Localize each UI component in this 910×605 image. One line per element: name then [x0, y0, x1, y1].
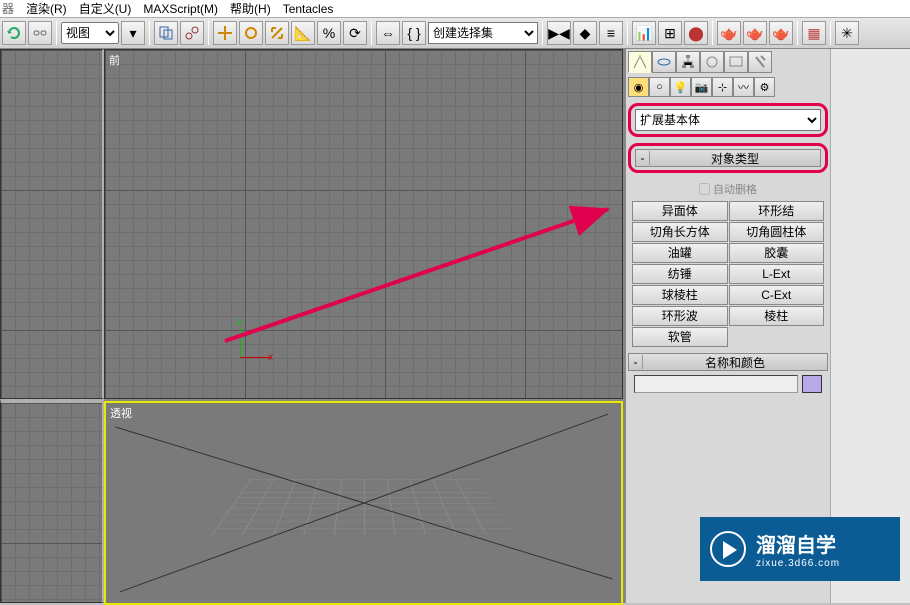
collapse-icon[interactable]: - — [636, 151, 650, 165]
schematic-icon[interactable]: ⊞ — [658, 21, 682, 45]
lext-button[interactable]: L-Ext — [729, 264, 825, 284]
viewports: 前 z x 透视 — [0, 49, 625, 603]
undo-icon[interactable] — [2, 21, 26, 45]
spinner-icon[interactable]: ⟳ — [343, 21, 367, 45]
snap-angle-icon[interactable]: 📐 — [291, 21, 315, 45]
hose-button[interactable]: 软管 — [632, 327, 728, 347]
prism-button[interactable]: 棱柱 — [729, 306, 825, 326]
material-icon[interactable]: ⬤ — [684, 21, 708, 45]
move-icon[interactable] — [213, 21, 237, 45]
menu-customize[interactable]: 自定义(U) — [79, 0, 132, 17]
snap-percent-icon[interactable]: % — [317, 21, 341, 45]
reactor-icon[interactable]: ✳ — [835, 21, 859, 45]
object-color-swatch[interactable] — [802, 375, 822, 393]
viewport-front[interactable]: 前 z x — [104, 49, 623, 399]
viewport-top[interactable] — [0, 49, 104, 399]
menu-render[interactable]: 渲染(R) — [26, 0, 67, 17]
oiltank-button[interactable]: 油罐 — [632, 243, 728, 263]
utilities-tab-icon[interactable] — [748, 51, 772, 73]
hedra-button[interactable]: 异面体 — [632, 201, 728, 221]
geometry-icon[interactable]: ◉ — [628, 77, 649, 97]
chamferbox-button[interactable]: 切角长方体 — [632, 222, 728, 242]
layers-icon[interactable]: ≡ — [599, 21, 623, 45]
rotate-icon[interactable] — [239, 21, 263, 45]
watermark-badge: 溜溜自学 zixue.3d66.com — [700, 517, 900, 581]
watermark-title: 溜溜自学 — [756, 529, 840, 558]
align-icon[interactable]: ◆ — [573, 21, 597, 45]
render-icon[interactable]: 🫖 — [769, 21, 793, 45]
arrow-down-icon[interactable]: ▾ — [121, 21, 145, 45]
viewport-left[interactable] — [0, 399, 104, 603]
link-icon[interactable] — [28, 21, 52, 45]
render-setup-icon[interactable]: 🫖 — [717, 21, 741, 45]
motion-tab-icon[interactable] — [700, 51, 724, 73]
lights-icon[interactable]: 💡 — [670, 77, 691, 97]
play-icon — [710, 531, 746, 567]
select-icon[interactable] — [154, 21, 178, 45]
curve-editor-icon[interactable]: 📊 — [632, 21, 656, 45]
main-toolbar: 视图 ▾ 📐 % ⟳ ⇔ { } 创建选择集 ▶◀ ◆ ≡ 📊 ⊞ ⬤ 🫖 🫖 … — [0, 18, 910, 49]
capsule-button[interactable]: 胶囊 — [729, 243, 825, 263]
cext-button[interactable]: C-Ext — [729, 285, 825, 305]
collapse-icon-2[interactable]: - — [629, 355, 643, 369]
menu-partial[interactable]: 器 — [2, 0, 14, 17]
spindle-button[interactable]: 纺锤 — [632, 264, 728, 284]
viewport-front-label: 前 — [109, 52, 120, 68]
object-type-rollout[interactable]: - 对象类型 — [635, 149, 821, 167]
watermark-url: zixue.3d66.com — [756, 558, 840, 569]
autogrid-checkbox[interactable]: ▢ 自动删格 — [628, 179, 828, 201]
display-tab-icon[interactable] — [724, 51, 748, 73]
create-tab-icon[interactable] — [628, 51, 652, 73]
rollout-highlight: - 对象类型 — [628, 143, 828, 173]
object-name-input[interactable] — [634, 375, 798, 393]
ringwave-button[interactable]: 环形波 — [632, 306, 728, 326]
shapes-icon[interactable]: ○ — [649, 77, 670, 97]
select-link-icon[interactable] — [180, 21, 204, 45]
view-combo[interactable]: 视图 — [61, 22, 119, 44]
selection-set-combo[interactable]: 创建选择集 — [428, 22, 538, 44]
systems-icon[interactable]: ⚙ — [754, 77, 775, 97]
name-color-rollout[interactable]: - 名称和颜色 — [628, 353, 828, 371]
hierarchy-tab-icon[interactable] — [676, 51, 700, 73]
viewport-perspective[interactable]: 透视 — [104, 401, 623, 605]
chamfercyl-button[interactable]: 切角圆柱体 — [729, 222, 825, 242]
mirror2-icon[interactable]: ▶◀ — [547, 21, 571, 45]
category-highlight: 扩展基本体 — [628, 103, 828, 137]
menu-tentacles[interactable]: Tentacles — [283, 2, 334, 16]
spacewarps-icon[interactable]: 〰 — [733, 77, 754, 97]
menubar: 器 渲染(R) 自定义(U) MAXScript(M) 帮助(H) Tentac… — [0, 0, 910, 18]
category-dropdown[interactable]: 扩展基本体 — [635, 109, 821, 131]
gengon-button[interactable]: 球棱柱 — [632, 285, 728, 305]
viewport-persp-label: 透视 — [110, 405, 132, 421]
cameras-icon[interactable]: 📷 — [691, 77, 712, 97]
grid-icon[interactable]: ▦ — [802, 21, 826, 45]
torusknot-button[interactable]: 环形结 — [729, 201, 825, 221]
menu-help[interactable]: 帮助(H) — [230, 0, 271, 17]
menu-maxscript[interactable]: MAXScript(M) — [143, 2, 218, 16]
modify-tab-icon[interactable] — [652, 51, 676, 73]
named-sel-icon[interactable]: { } — [402, 21, 426, 45]
helpers-icon[interactable]: ⊹ — [712, 77, 733, 97]
mirror-icon[interactable]: ⇔ — [376, 21, 400, 45]
scale-icon[interactable] — [265, 21, 289, 45]
render-frame-icon[interactable]: 🫖 — [743, 21, 767, 45]
